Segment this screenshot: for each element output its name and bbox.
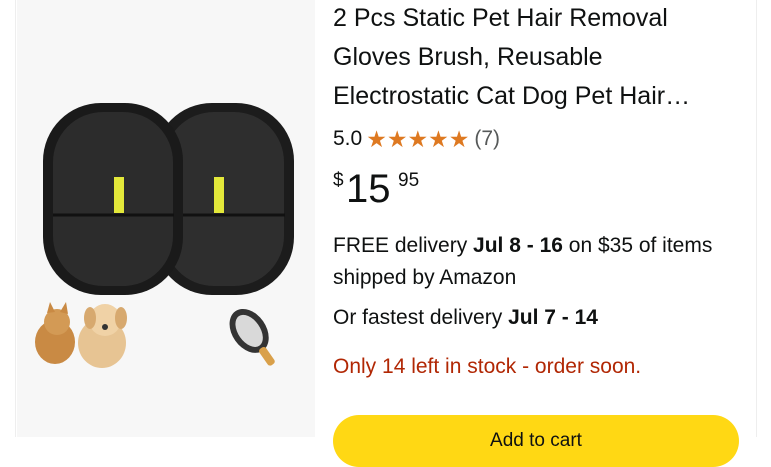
star-rating[interactable]: ★ ★ ★ ★ ★ [366, 126, 469, 152]
price-symbol: $ [333, 170, 344, 191]
price-whole: 15 [346, 167, 391, 211]
review-count[interactable]: (7) [474, 127, 500, 151]
fastest-delivery: Or fastest delivery Jul 7 - 14 [333, 302, 743, 334]
product-image[interactable] [17, 0, 315, 437]
price-fraction: 95 [398, 170, 420, 191]
star-icon: ★ [448, 126, 470, 152]
product-photo [35, 103, 294, 368]
star-icon: ★ [428, 126, 449, 152]
fastest-dates: Jul 7 - 14 [508, 306, 598, 329]
star-icon: ★ [386, 126, 408, 152]
product-title[interactable]: 2 Pcs Static Pet Hair Removal Gloves Bru… [333, 0, 738, 116]
fastest-prefix: Or fastest delivery [333, 306, 509, 329]
rating-value: 5.0 [333, 127, 363, 150]
delivery-dates: Jul 8 - 16 [473, 234, 563, 257]
add-to-cart-button[interactable]: Add to cart [333, 415, 739, 467]
star-icon: ★ [407, 126, 429, 152]
delivery-prefix: FREE delivery [333, 234, 474, 257]
star-icon: ★ [366, 126, 387, 152]
stock-status: Only 14 left in stock - order soon. [333, 355, 642, 378]
delivery-info: FREE delivery Jul 8 - 16 on $35 of items… [333, 230, 743, 294]
rating-row[interactable]: 5.0 ★ ★ ★ ★ ★ (7) [333, 122, 500, 156]
